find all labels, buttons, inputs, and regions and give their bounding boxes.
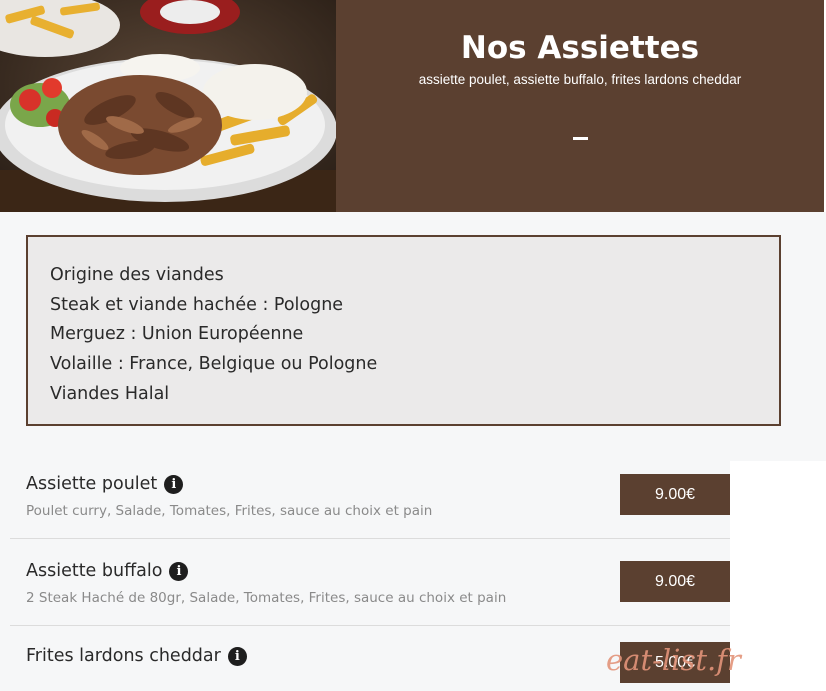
menu-content: Origine des viandes Steak et viande hach…	[0, 212, 826, 691]
price-button[interactable]: 9.00€	[620, 561, 730, 602]
page-title: Nos Assiettes	[460, 30, 700, 66]
origin-line: Merguez : Union Européenne	[50, 324, 304, 345]
origin-line: Steak et viande hachée : Pologne	[50, 294, 344, 315]
origin-line: Viandes Halal	[50, 383, 170, 404]
hero-panel: Nos Assiettes assiette poulet, assiette …	[336, 0, 824, 212]
item-name: Frites lardons cheddar	[26, 646, 221, 666]
info-icon[interactable]: i	[169, 562, 189, 581]
price-button[interactable]: 9.00€	[620, 474, 730, 515]
meat-origin-box: Origine des viandes Steak et viande hach…	[26, 235, 781, 426]
item-name: Assiette poulet	[26, 474, 158, 494]
origin-heading: Origine des viandes	[50, 265, 224, 285]
watermark-logo: eat-list.fr	[606, 643, 741, 677]
item-description: Poulet curry, Salade, Tomates, Frites, s…	[26, 503, 433, 519]
plate-photo	[0, 0, 336, 212]
info-icon[interactable]: i	[227, 647, 247, 666]
item-description: 2 Steak Haché de 80gr, Salade, Tomates, …	[26, 590, 507, 606]
item-divider	[10, 538, 730, 539]
hero-image	[0, 0, 336, 212]
origin-line: Volaille : France, Belgique ou Pologne	[50, 354, 378, 375]
title-divider	[572, 137, 588, 140]
info-icon[interactable]: i	[164, 475, 184, 494]
item-divider	[10, 625, 730, 626]
item-name: Assiette buffalo	[26, 561, 163, 581]
page-subtitle: assiette poulet, assiette buffalo, frite…	[418, 72, 742, 87]
right-blank-area	[730, 461, 826, 691]
